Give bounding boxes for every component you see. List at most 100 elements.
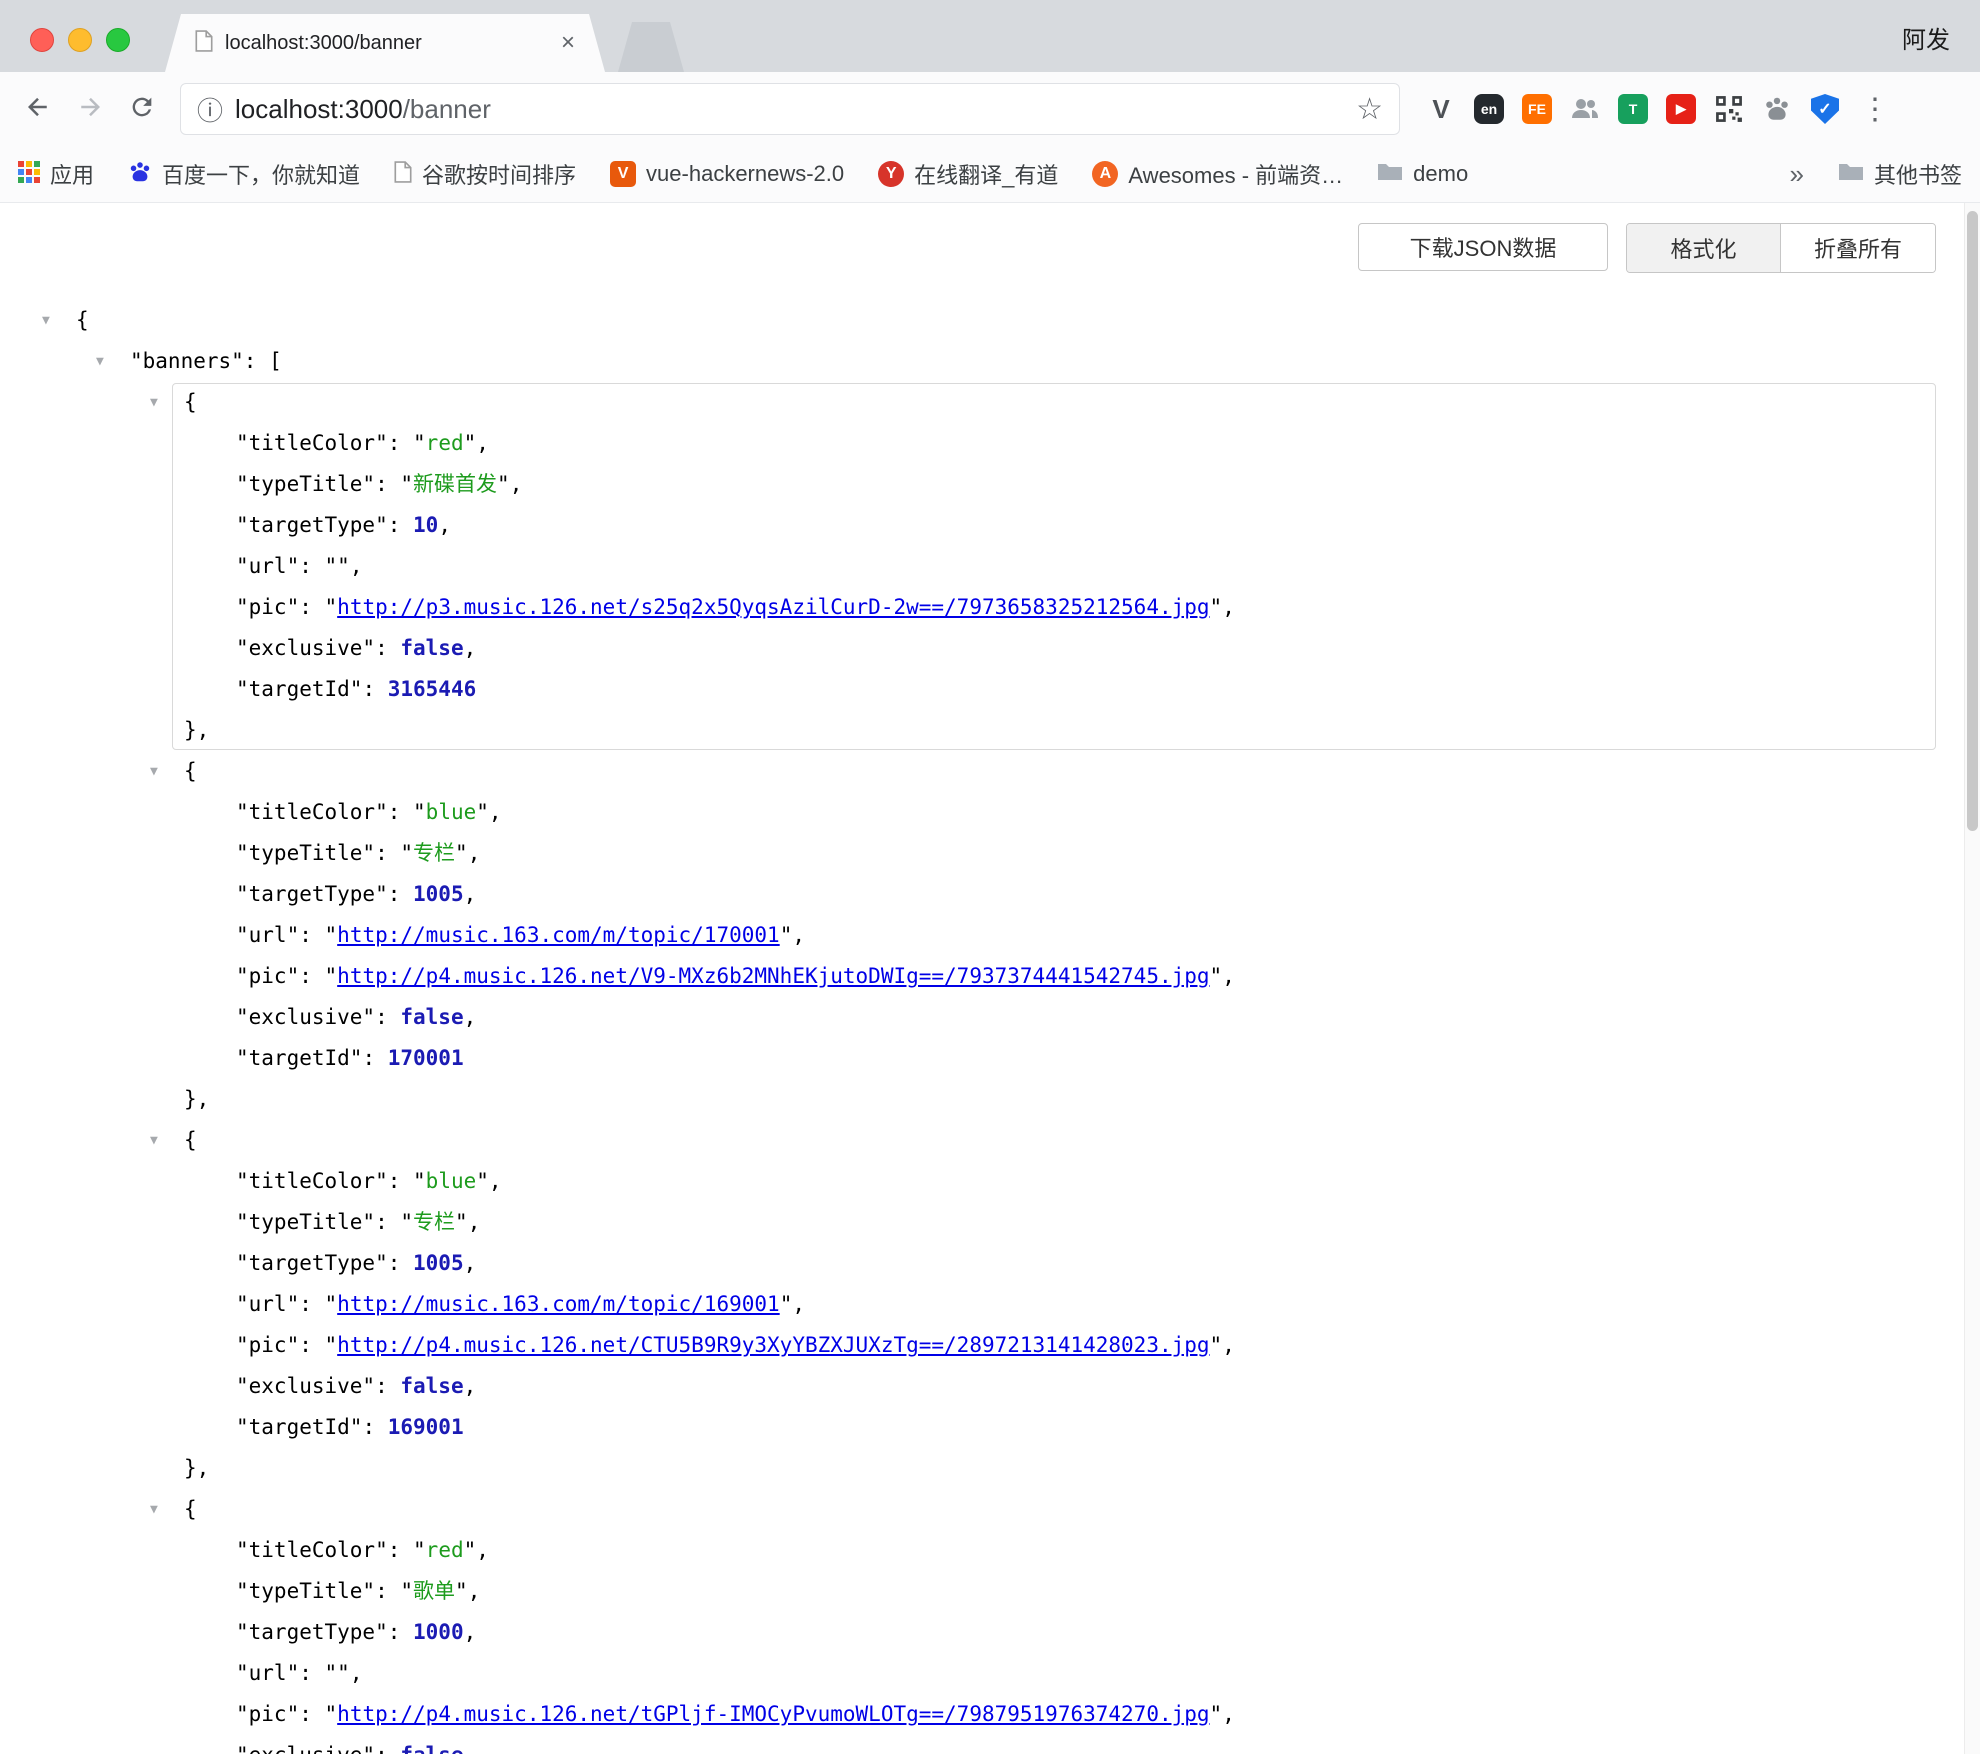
window-controls [30,28,130,52]
youtube-extension-icon[interactable]: ▶ [1662,90,1700,128]
json-object-open: ▼{ [150,1489,1980,1530]
paw-extension-icon[interactable] [1758,90,1796,128]
fehelper-extension-icon[interactable]: FE [1518,90,1556,128]
bookmark-youdao[interactable]: Y 在线翻译_有道 [878,158,1058,190]
json-link[interactable]: http://music.163.com/m/topic/170001 [337,923,780,947]
json-string-value: red [426,431,464,455]
json-field: "targetType": 1000, [236,1612,1980,1653]
download-json-button[interactable]: 下载JSON数据 [1358,223,1608,271]
forward-button[interactable] [68,87,112,131]
json-field: "targetId": 169001 [236,1407,1980,1448]
json-string-value: 新碟首发 [413,472,497,496]
shield-check-extension-icon[interactable]: ✓ [1806,90,1844,128]
reload-icon [128,93,156,126]
reload-button[interactable] [120,87,164,131]
json-field: "exclusive": false, [236,1735,1980,1754]
json-string-value: blue [426,1169,477,1193]
collapse-triangle-icon[interactable]: ▼ [42,300,76,341]
json-field: "url": "http://music.163.com/m/topic/170… [236,915,1980,956]
page-info-icon[interactable]: ⓘ [197,91,223,128]
zoom-window-button[interactable] [106,28,130,52]
json-field: "url": "http://music.163.com/m/topic/169… [236,1284,1980,1325]
format-button[interactable]: 格式化 [1627,224,1781,272]
tab-strip: localhost:3000/banner × 阿发 [0,0,1980,72]
collapse-triangle-icon[interactable]: ▼ [96,341,130,382]
json-banners-key: ▼"banners": [ [96,341,1980,382]
json-number-value: 1005 [413,882,464,906]
json-link[interactable]: http://p4.music.126.net/V9-MXz6b2MNhEKju… [337,964,1209,988]
collapse-triangle-icon[interactable]: ▼ [150,1489,184,1530]
bookmarks-bar: 应用 百度一下，你就知道 谷歌按时间排序 V vue-hackernews-2.… [0,146,1980,203]
url-text: localhost:3000/banner [235,94,491,125]
translate-en-extension-icon[interactable]: en [1470,90,1508,128]
vimium-extension-icon[interactable]: V [1422,90,1460,128]
bookmark-vue-hackernews[interactable]: V vue-hackernews-2.0 [610,161,844,187]
bookmark-star-icon[interactable]: ☆ [1356,92,1383,127]
json-viewer-actions: 下载JSON数据 格式化 折叠所有 [1358,223,1936,273]
scrollbar-thumb[interactable] [1967,211,1978,831]
bookmark-demo-folder[interactable]: demo [1377,161,1468,187]
back-button[interactable] [16,87,60,131]
json-link[interactable]: http://p3.music.126.net/s25q2x5QyqsAzilC… [337,595,1209,619]
json-number-value: false [400,1005,463,1029]
folder-icon [1377,162,1403,187]
bookmarks-overflow-icon[interactable]: » [1790,159,1804,190]
close-window-button[interactable] [30,28,54,52]
other-bookmarks[interactable]: 其他书签 [1838,158,1962,190]
browser-tab[interactable]: localhost:3000/banner × [165,14,605,72]
vertical-scrollbar[interactable] [1964,203,1980,1754]
json-field: "pic": "http://p3.music.126.net/s25q2x5Q… [236,587,1980,628]
json-number-value: false [400,1374,463,1398]
collapse-triangle-icon[interactable]: ▼ [150,382,184,423]
json-field: "targetType": 1005, [236,1243,1980,1284]
json-field: "titleColor": "red", [236,423,1980,464]
url-path: /banner [403,94,491,124]
collapse-triangle-icon[interactable]: ▼ [150,751,184,792]
json-field: "titleColor": "red", [236,1530,1980,1571]
json-field: "typeTitle": "专栏", [236,1202,1980,1243]
json-string-value: 歌单 [413,1579,455,1603]
json-field: "targetType": 10, [236,505,1980,546]
bookmark-apps[interactable]: 应用 [18,158,94,190]
json-link[interactable]: http://music.163.com/m/topic/169001 [337,1292,780,1316]
json-object-close: }, [184,710,1980,751]
json-object-open: ▼{ [150,382,1980,423]
new-tab-button[interactable] [618,22,684,72]
json-field: "targetType": 1005, [236,874,1980,915]
profile-name[interactable]: 阿发 [1902,20,1950,55]
json-number-value: 10 [413,513,438,537]
bookmark-google-sort[interactable]: 谷歌按时间排序 [394,158,576,190]
collapse-triangle-icon[interactable]: ▼ [150,1120,184,1161]
json-field: "exclusive": false, [236,1366,1980,1407]
qrcode-extension-icon[interactable] [1710,90,1748,128]
baidu-paw-icon [128,160,152,189]
json-number-value: 170001 [388,1046,464,1070]
json-object-close: }, [184,1079,1980,1120]
json-object: ▼{"titleColor": "blue","typeTitle": "专栏"… [0,751,1980,1120]
page-icon [394,161,412,188]
forward-arrow-icon [75,92,105,127]
json-number-value: 169001 [388,1415,464,1439]
awesomes-favicon: A [1092,161,1118,187]
browser-menu-icon[interactable]: ⋮ [1860,92,1890,127]
collapse-all-button[interactable]: 折叠所有 [1781,224,1935,272]
bookmark-baidu[interactable]: 百度一下，你就知道 [128,158,360,190]
users-extension-icon[interactable] [1566,90,1604,128]
json-field: "titleColor": "blue", [236,1161,1980,1202]
json-number-value: 1000 [413,1620,464,1644]
tab-close-icon[interactable]: × [561,31,575,55]
bookmark-awesomes[interactable]: A Awesomes - 前端资… [1092,158,1343,190]
page-content: 下载JSON数据 格式化 折叠所有 ▼{▼"banners": [▼{"titl… [0,203,1980,1754]
minimize-window-button[interactable] [68,28,92,52]
json-object: ▼{"titleColor": "blue","typeTitle": "专栏"… [0,1120,1980,1489]
youdao-favicon: Y [878,161,904,187]
folder-icon [1838,162,1864,187]
json-link[interactable]: http://p4.music.126.net/tGPljf-IMOCyPvum… [337,1702,1209,1726]
tab-title: localhost:3000/banner [225,32,549,55]
json-field: "targetId": 170001 [236,1038,1980,1079]
json-field: "titleColor": "blue", [236,792,1980,833]
address-bar[interactable]: ⓘ localhost:3000/banner ☆ [180,83,1400,135]
json-link[interactable]: http://p4.music.126.net/CTU5B9R9y3XyYBZX… [337,1333,1209,1357]
tampermonkey-extension-icon[interactable]: T [1614,90,1652,128]
json-field: "targetId": 3165446 [236,669,1980,710]
